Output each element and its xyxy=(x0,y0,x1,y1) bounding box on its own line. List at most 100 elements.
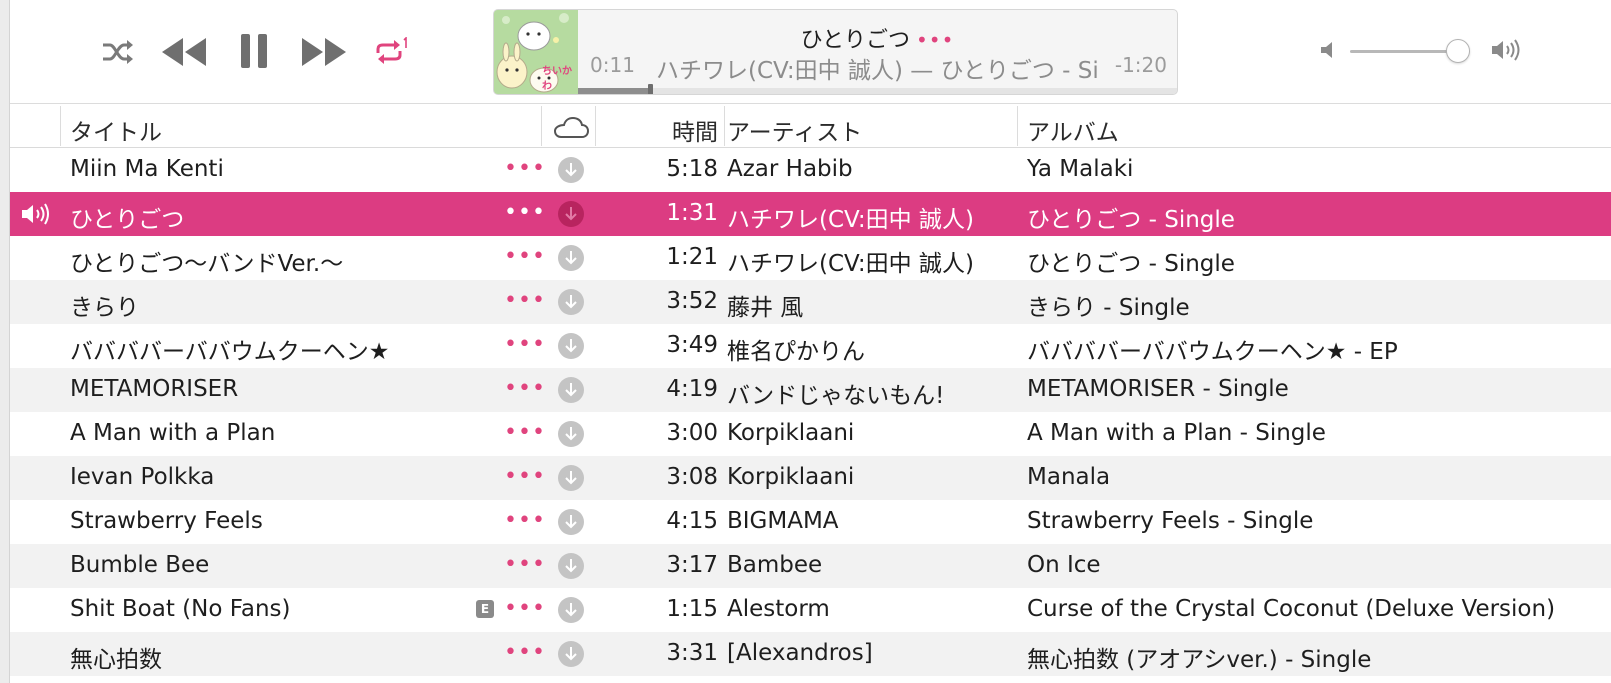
song-row[interactable]: Bumble Bee ••• 3:17 Bambee On Ice xyxy=(10,544,1611,588)
song-artist: Alestorm xyxy=(727,596,830,622)
song-more-button[interactable]: ••• xyxy=(504,200,545,225)
next-button[interactable] xyxy=(296,30,352,74)
song-row[interactable]: ひとりごつ ••• 1:31 ハチワレ(CV:田中 誠人) ひとりごつ - Single xyxy=(10,192,1611,236)
song-duration: 1:31 xyxy=(666,200,718,226)
volume-slider-knob[interactable] xyxy=(1446,39,1470,63)
download-icon[interactable] xyxy=(557,156,585,184)
playback-scrubber[interactable] xyxy=(647,84,653,94)
download-icon[interactable] xyxy=(557,420,585,448)
playback-progress-fill xyxy=(578,88,650,94)
download-icon[interactable] xyxy=(557,552,585,580)
download-icon[interactable] xyxy=(557,332,585,360)
song-row[interactable]: Ievan Polkka ••• 3:08 Korpiklaani Manala xyxy=(10,456,1611,500)
column-separator[interactable] xyxy=(60,106,61,146)
column-separator[interactable] xyxy=(1017,106,1018,146)
song-more-button[interactable]: ••• xyxy=(504,420,545,445)
song-more-button[interactable]: ••• xyxy=(504,156,545,181)
remaining-time[interactable]: -1:20 xyxy=(1115,53,1167,77)
repeat-one-icon xyxy=(376,37,407,64)
download-icon[interactable] xyxy=(557,508,585,536)
song-more-button[interactable]: ••• xyxy=(504,244,545,269)
song-duration: 3:17 xyxy=(666,552,718,578)
song-artist: バンドじゃないもん! xyxy=(727,383,945,409)
song-row[interactable]: METAMORISER ••• 4:19 バンドじゃないもん! METAMORISER … xyxy=(10,368,1611,412)
song-row[interactable]: ババババーババウムクーヘン★ ••• 3:49 椎名ぴかりん ババババーババウムクーヘン… xyxy=(10,324,1611,368)
song-row[interactable]: 無心拍数 ••• 3:31 [Alexandros] 無心拍数 (アオアシver.) -… xyxy=(10,632,1611,676)
shuffle-button[interactable] xyxy=(98,32,138,72)
pause-icon xyxy=(241,34,267,68)
song-artist: BIGMAMA xyxy=(727,508,839,534)
song-album: Curse of the Crystal Coconut (Deluxe Ver… xyxy=(1027,596,1556,622)
now-playing-title: ひとりごつ xyxy=(800,28,910,53)
song-title: ひとりごつ〜バンドVer.〜 xyxy=(70,251,344,277)
download-icon[interactable] xyxy=(557,596,585,624)
song-title: Ievan Polkka xyxy=(70,464,215,490)
song-row[interactable]: きらり ••• 3:52 藤井 風 きらり - Single xyxy=(10,280,1611,324)
song-more-button[interactable]: ••• xyxy=(504,288,545,313)
song-duration: 1:15 xyxy=(666,596,718,622)
column-separator[interactable] xyxy=(541,106,542,146)
column-separator[interactable] xyxy=(595,106,596,146)
volume-low-icon[interactable] xyxy=(1318,38,1342,62)
download-icon[interactable] xyxy=(557,288,585,316)
repeat-button[interactable] xyxy=(370,32,412,72)
cloud-icon[interactable] xyxy=(552,116,590,140)
volume-high-icon[interactable] xyxy=(1490,36,1524,64)
column-header-title[interactable]: タイトル xyxy=(70,113,162,147)
song-artist: Bambee xyxy=(727,552,823,578)
column-header-time[interactable]: 時間 xyxy=(610,113,718,147)
song-row[interactable]: Shit Boat (No Fans) E ••• 1:15 Alestorm Curse… xyxy=(10,588,1611,632)
song-title: A Man with a Plan xyxy=(70,420,276,446)
window-edge xyxy=(0,0,10,683)
previous-button[interactable] xyxy=(156,30,212,74)
song-album: Strawberry Feels - Single xyxy=(1027,508,1314,534)
pause-button[interactable] xyxy=(232,28,276,74)
playback-progress-bar[interactable] xyxy=(578,84,1177,94)
song-album: 無心拍数 (アオアシver.) - Single xyxy=(1027,647,1372,673)
song-duration: 4:15 xyxy=(666,508,718,534)
album-artwork[interactable]: ちいかわ xyxy=(494,10,578,94)
column-separator[interactable] xyxy=(724,106,725,146)
song-more-button[interactable]: ••• xyxy=(504,508,545,533)
song-album: Ya Malaki xyxy=(1027,156,1134,182)
song-more-button[interactable]: ••• xyxy=(504,376,545,401)
song-more-button[interactable]: ••• xyxy=(504,332,545,357)
download-icon[interactable] xyxy=(557,376,585,404)
column-header-album[interactable]: アルバム xyxy=(1027,113,1119,147)
song-artist: ハチワレ(CV:田中 誠人) xyxy=(727,251,974,277)
song-duration: 3:31 xyxy=(666,640,718,666)
song-duration: 3:52 xyxy=(666,288,718,314)
song-title: きらり xyxy=(70,295,139,321)
song-artist: 藤井 風 xyxy=(727,295,804,321)
song-list: タイトル 時間 アーティスト アルバム Miin Ma Kenti ••• 5:18… xyxy=(10,104,1611,676)
song-row[interactable]: Strawberry Feels ••• 4:15 BIGMAMA Strawberry… xyxy=(10,500,1611,544)
rewind-icon xyxy=(162,38,206,66)
column-header-artist[interactable]: アーティスト xyxy=(727,113,862,147)
song-row[interactable]: Miin Ma Kenti ••• 5:18 Azar Habib Ya Malaki xyxy=(10,148,1611,192)
now-playing-more-button[interactable]: ••• xyxy=(916,28,954,52)
song-album: ひとりごつ - Single xyxy=(1027,251,1235,277)
song-album: Manala xyxy=(1027,464,1111,490)
song-duration: 3:49 xyxy=(666,332,718,358)
download-icon[interactable] xyxy=(557,464,585,492)
song-duration: 4:19 xyxy=(666,376,718,402)
download-icon[interactable] xyxy=(557,640,585,668)
download-icon[interactable] xyxy=(557,244,585,272)
song-row[interactable]: ひとりごつ〜バンドVer.〜 ••• 1:21 ハチワレ(CV:田中 誠人) ひとりごつ… xyxy=(10,236,1611,280)
song-album: METAMORISER - Single xyxy=(1027,376,1289,402)
download-icon[interactable] xyxy=(557,200,585,228)
now-playing-speaker-icon xyxy=(22,203,49,225)
song-more-button[interactable]: ••• xyxy=(504,464,545,489)
artwork-logo-text: ちいかわ xyxy=(542,66,572,92)
song-title: METAMORISER xyxy=(70,376,239,402)
volume-slider[interactable] xyxy=(1350,39,1470,63)
song-album: A Man with a Plan - Single xyxy=(1027,420,1326,446)
song-row[interactable]: A Man with a Plan ••• 3:00 Korpiklaani A Man… xyxy=(10,412,1611,456)
fast-forward-icon xyxy=(302,38,346,66)
song-artist: Korpiklaani xyxy=(727,464,855,490)
song-more-button[interactable]: ••• xyxy=(504,596,545,621)
song-album: ババババーババウムクーヘン★ - EP xyxy=(1027,339,1398,365)
song-more-button[interactable]: ••• xyxy=(504,640,545,665)
song-album: ひとりごつ - Single xyxy=(1027,207,1235,233)
song-more-button[interactable]: ••• xyxy=(504,552,545,577)
